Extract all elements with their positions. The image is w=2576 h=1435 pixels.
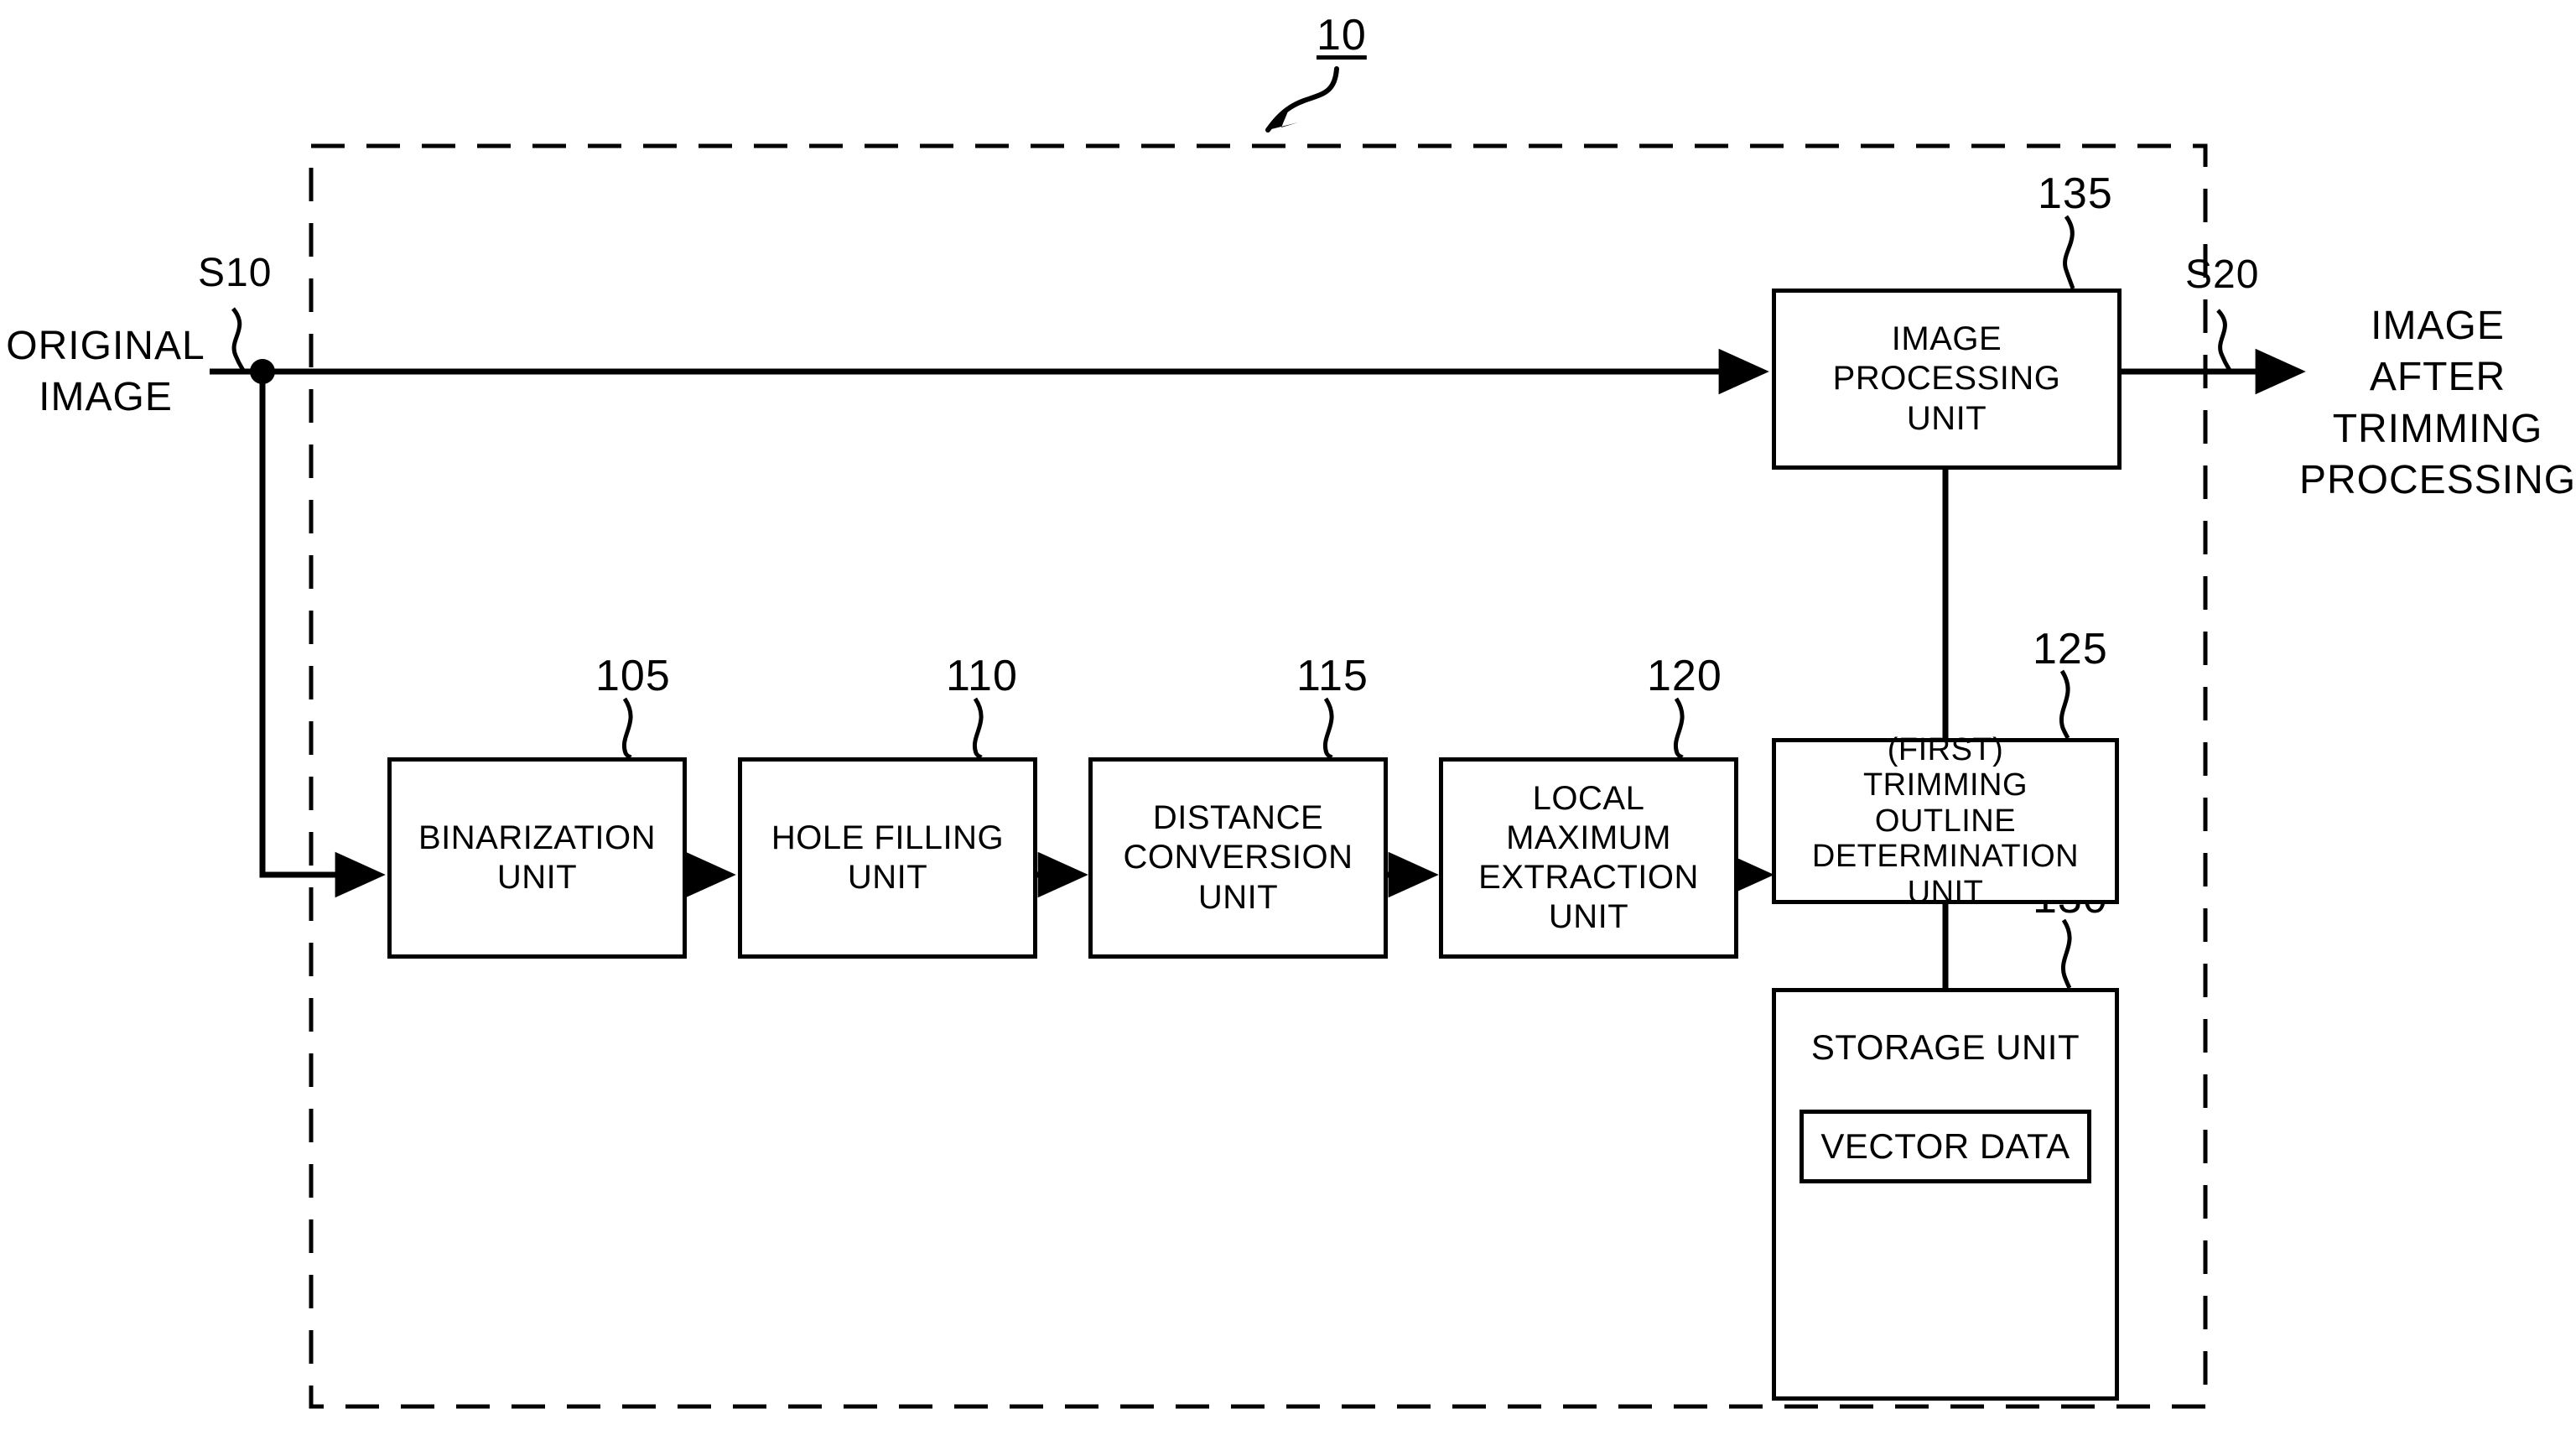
block-hole-filling-unit[interactable]: HOLE FILLING UNIT: [738, 757, 1037, 959]
block-storage-unit[interactable]: STORAGE UNIT VECTOR DATA: [1772, 988, 2119, 1401]
s10-branch-to-binarization: [259, 372, 386, 898]
block-binarization-unit-label: BINARIZATION UNIT: [418, 819, 657, 896]
block-local-maximum-extraction-unit[interactable]: LOCAL MAXIMUM EXTRACTION UNIT: [1439, 757, 1738, 959]
ref-number-105: 105: [595, 652, 671, 700]
signal-label-s20: S20: [2185, 252, 2260, 297]
connector-layer: [210, 66, 2306, 1409]
block-storage-unit-label: STORAGE UNIT: [1810, 1027, 2080, 1067]
ref-120-leader: [1674, 697, 1685, 759]
vector-data-box[interactable]: VECTOR DATA: [1800, 1110, 2091, 1183]
patent-figure-canvas: 10 135 105 110 115 120 125 130 S10 S20 O…: [0, 0, 2576, 1435]
signal-label-s10: S10: [198, 251, 273, 295]
ref-135-leader: [2063, 215, 2075, 289]
block-distance-conversion-unit-label: DISTANCE CONVERSION UNIT: [1123, 799, 1353, 916]
ref-130-leader: [2061, 918, 2072, 990]
block-image-processing-unit[interactable]: IMAGE PROCESSING UNIT: [1772, 289, 2122, 470]
block-image-processing-unit-label: IMAGE PROCESSING UNIT: [1832, 320, 2061, 437]
block-distance-conversion-unit[interactable]: DISTANCE CONVERSION UNIT: [1088, 757, 1388, 959]
vector-data-label: VECTOR DATA: [1820, 1126, 2070, 1166]
ref-110-leader: [973, 697, 984, 759]
input-label-original-image: ORIGINAL IMAGE: [6, 324, 205, 420]
ref-number-125: 125: [2033, 625, 2108, 673]
ref-105-leader: [622, 697, 633, 759]
ref-125-leader: [2059, 669, 2070, 740]
block-trimming-outline-determination-unit[interactable]: (FIRST) TRIMMING OUTLINE DETERMINATION U…: [1772, 732, 2119, 910]
block-hole-filling-unit-label: HOLE FILLING UNIT: [771, 819, 1005, 896]
block-trimming-outline-determination-unit-label: (FIRST) TRIMMING OUTLINE DETERMINATION U…: [1811, 731, 2080, 910]
block-binarization-unit[interactable]: BINARIZATION UNIT: [387, 757, 687, 959]
ref-number-110: 110: [946, 652, 1018, 700]
ref-number-120: 120: [1647, 652, 1722, 700]
s20-leader: [2216, 309, 2233, 373]
ref-number-115: 115: [1296, 652, 1368, 700]
block-local-maximum-extraction-unit-label: LOCAL MAXIMUM EXTRACTION UNIT: [1478, 779, 1699, 936]
output-label-image-after-trimming: IMAGE AFTER TRIMMING PROCESSING: [2299, 304, 2576, 503]
ref-number-135: 135: [2038, 169, 2113, 218]
ref-number-10: 10: [1317, 11, 1367, 60]
ref-115-leader: [1323, 697, 1334, 759]
s10-leader: [231, 307, 247, 373]
